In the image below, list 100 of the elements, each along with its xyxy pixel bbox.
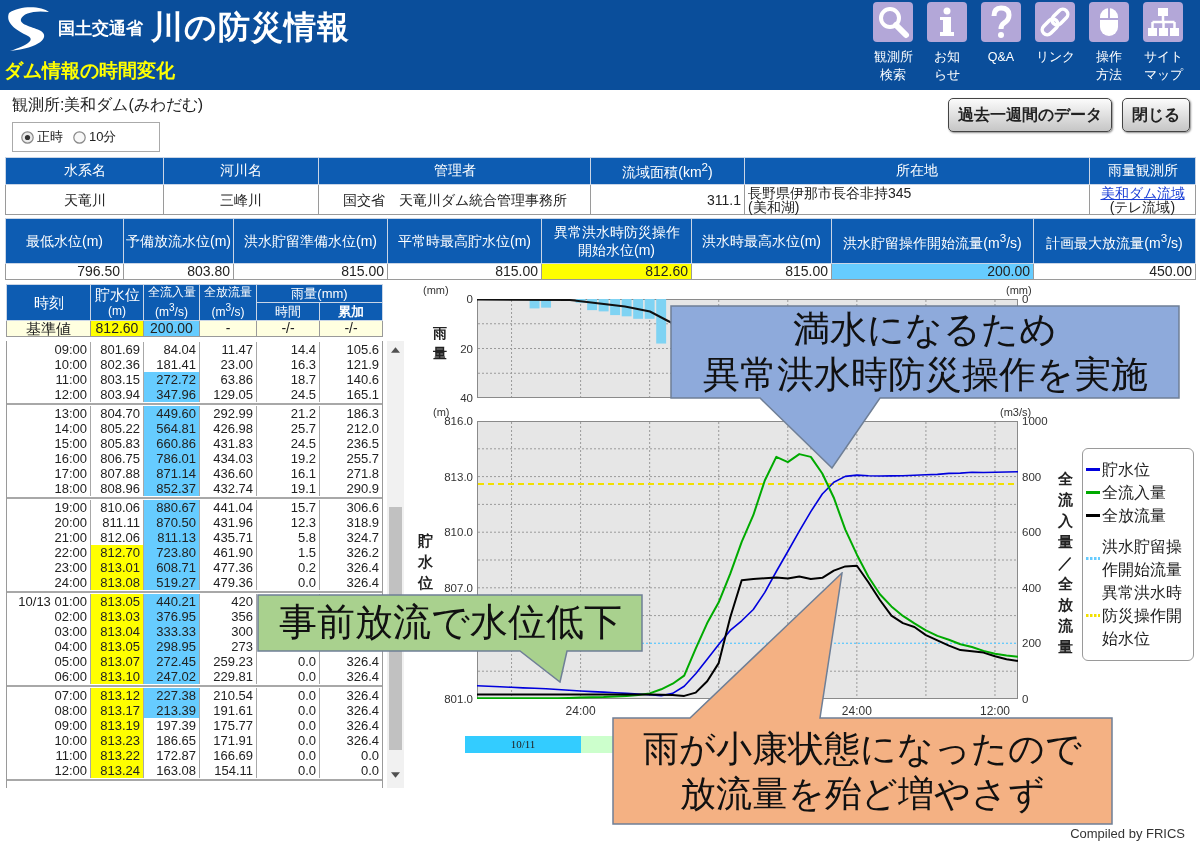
table-cell: 852.37: [144, 481, 200, 496]
table-cell-text: 212.0: [345, 421, 380, 436]
table-cell: 450.00: [1033, 263, 1196, 280]
table-cell: 461.90: [200, 545, 257, 560]
table-cell: 0.2: [257, 560, 320, 575]
rain-bar: [621, 299, 632, 317]
table-cell: 191.61: [200, 703, 257, 718]
axis-title: 全流入量／全放流量: [1058, 469, 1073, 657]
table-cell: 163.08: [144, 763, 200, 778]
callout-text: 雨が小康状態になったので: [643, 727, 1082, 771]
close-button[interactable]: 閉じる: [1122, 98, 1190, 132]
radio-option[interactable]: 正時: [21, 128, 63, 146]
column-header: 時刻: [33, 294, 64, 311]
nav-link[interactable]: Q&A: [974, 2, 1028, 90]
table-cell: 723.80: [144, 545, 200, 560]
column-header: 水系名: [5, 157, 164, 185]
table-cell: 三峰川: [163, 184, 319, 215]
table-cell: 国交省 天竜川ダム統合管理事務所: [318, 184, 591, 215]
table-cell: 0.0: [257, 748, 320, 763]
table-cell: 0.0: [257, 718, 320, 733]
axis-tick-label: 801.0: [444, 693, 473, 705]
time-cell: 16:00: [7, 451, 91, 466]
table-cell: 311.1: [590, 184, 745, 215]
nav-link[interactable]: お知らせ: [920, 2, 974, 90]
table-cell: 870.50: [144, 515, 200, 530]
time-cell: 10:00: [7, 357, 91, 372]
axis-tick-label: 0: [466, 293, 473, 305]
table-cell: 564.81: [144, 421, 200, 436]
table-cell: 197.39: [144, 718, 200, 733]
table-cell: 426.98: [200, 421, 257, 436]
axis-unit: (mm): [1006, 284, 1032, 296]
column-header: 全流入量: [147, 285, 196, 299]
table-cell: 812.70: [91, 545, 144, 560]
table-cell-text: 290.9: [345, 481, 380, 496]
table-cell: 813.24: [91, 763, 144, 778]
axis-tick-label: 24:00: [564, 705, 597, 718]
scroll-down-icon[interactable]: [391, 772, 400, 778]
table-cell-text: 121.9: [345, 357, 380, 372]
column-header: 洪水貯留準備水位(m): [233, 218, 388, 264]
table-cell-text: 326.4: [345, 575, 380, 590]
table-cell: 171.91: [200, 733, 257, 748]
scroll-up-icon[interactable]: [391, 347, 400, 353]
table-cell-text: 0.0: [359, 748, 380, 763]
table-cell: 247.02: [144, 669, 200, 684]
table-cell: 376.95: [144, 609, 200, 624]
table-cell-text: 0.0: [359, 763, 380, 778]
axis-tick-label: 20: [460, 342, 473, 355]
table-cell: 172.87: [144, 748, 200, 763]
axis-tick-label: 40: [460, 392, 473, 404]
table-cell-text: 326.4: [345, 733, 380, 748]
axis-tick-label: 800: [1022, 470, 1042, 483]
table-cell: 813.08: [91, 575, 144, 590]
table-cell: 813.04: [91, 624, 144, 639]
table-cell: 210.54: [200, 688, 257, 703]
time-cell: 19:00: [7, 500, 91, 515]
table-cell-text: 255.7: [345, 451, 380, 466]
table-cell-text: 186.3: [345, 406, 380, 421]
column-unit: (m): [108, 303, 126, 318]
table-cell: 天竜川: [5, 184, 164, 215]
table-cell: 1.5: [257, 545, 320, 560]
table-cell-text: 326.4: [345, 669, 380, 684]
rain-bar: [529, 299, 540, 309]
radio-icon[interactable]: [21, 130, 34, 144]
table-cell: 813.23: [91, 733, 144, 748]
legend-label: 異常洪水時防災操作開始水位: [1102, 583, 1182, 649]
table-cell: 63.86: [200, 372, 257, 387]
time-cell: 13:00: [7, 406, 91, 421]
table-cell: 175.77: [200, 718, 257, 733]
radio-icon[interactable]: [73, 130, 86, 144]
table-cell: 129.05: [200, 387, 257, 402]
table-cell: 0.0: [257, 703, 320, 718]
page-subtitle: ダム情報の時間変化: [4, 60, 176, 82]
table-cell: 229.81: [200, 669, 257, 684]
nav-link[interactable]: 観測所検索: [866, 2, 920, 90]
credit-text: Compiled by FRICS: [1070, 826, 1185, 841]
column-unit: (m$^{3}$/s): [155, 305, 188, 319]
nav-link[interactable]: リンク: [1028, 2, 1082, 90]
table-cell: 333.33: [144, 624, 200, 639]
nav-link[interactable]: サイトマップ: [1136, 2, 1190, 90]
axis-tick-label: 600: [1022, 526, 1042, 539]
table-cell: 431.83: [200, 436, 257, 451]
table-cell-text: 306.6: [345, 500, 380, 515]
sitemap-icon: [1143, 2, 1183, 42]
table-cell-text: 236.5: [345, 436, 380, 451]
callout-text: 異常洪水時防災操作を実施: [702, 352, 1148, 397]
table-cell: 186.65: [144, 733, 200, 748]
radio-option[interactable]: 10分: [73, 128, 117, 146]
axis-tick-label: 12:00: [978, 705, 1011, 718]
axis-tick-label: 813.0: [444, 470, 473, 483]
table-cell: 479.36: [200, 575, 257, 590]
table-cell: 813.03: [91, 609, 144, 624]
past-week-data-button[interactable]: 過去一週間のデータ: [948, 98, 1112, 132]
table-cell: 19.2: [257, 451, 320, 466]
table-cell: 5.8: [257, 530, 320, 545]
table-cell: 608.71: [144, 560, 200, 575]
table-cell: 434.03: [200, 451, 257, 466]
table-cell: 0.0: [257, 688, 320, 703]
column-header: 河川名: [163, 157, 319, 185]
column-header: 雨量(mm): [256, 284, 383, 303]
nav-link[interactable]: 操作方法: [1082, 2, 1136, 90]
